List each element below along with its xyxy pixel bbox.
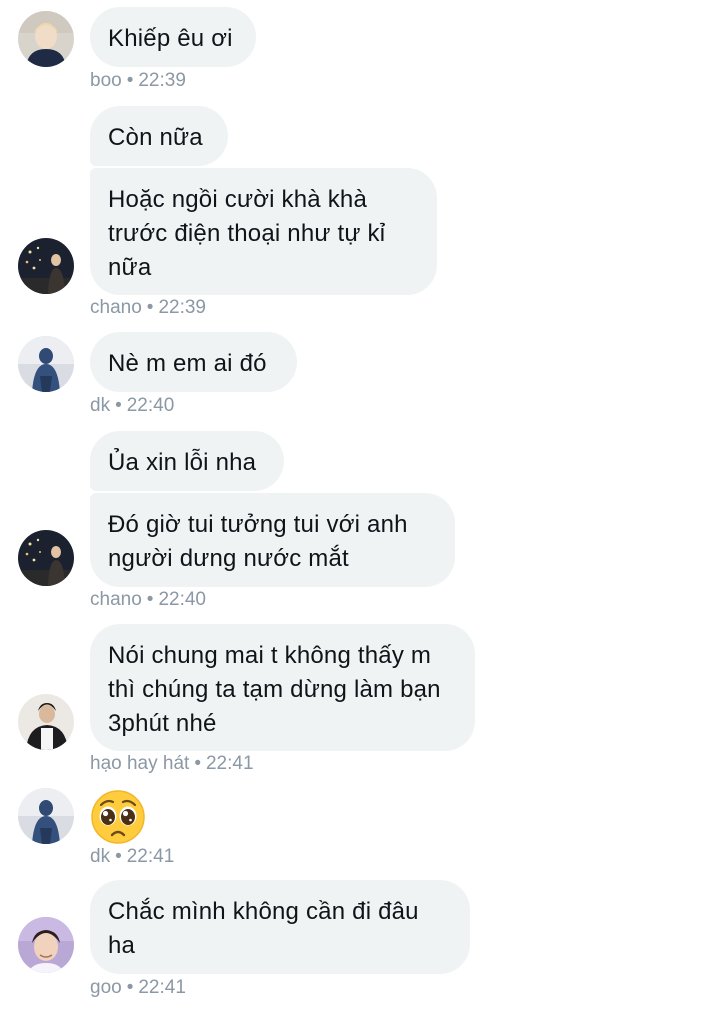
message-text: Đó giờ tui tưởng tui với anh người dưng … <box>108 511 408 572</box>
message-time: 22:41 <box>126 846 175 867</box>
avatar-hao-hay-hat[interactable] <box>18 694 74 750</box>
message-meta: chano • 22:40 <box>90 589 206 611</box>
sender-name[interactable]: chano <box>90 589 142 610</box>
message-time: 22:40 <box>126 395 175 416</box>
message-bubble[interactable]: Hoặc ngồi cười khà khà trước điện thoại … <box>90 168 437 295</box>
meta-separator: • <box>146 589 154 610</box>
sender-name[interactable]: chano <box>90 297 142 318</box>
message-text: Nói chung mai t không thấy m thì chúng t… <box>108 642 441 737</box>
message-meta: dk • 22:40 <box>90 395 174 417</box>
message-text: Còn nữa <box>108 124 203 151</box>
message-bubble[interactable]: Nói chung mai t không thấy m thì chúng t… <box>90 624 475 751</box>
avatar-boo[interactable] <box>18 11 74 67</box>
message-time: 22:39 <box>138 70 186 91</box>
meta-separator: • <box>115 846 122 867</box>
avatar-dk[interactable] <box>18 336 74 392</box>
message-bubble[interactable]: Ủa xin lỗi nha <box>90 431 284 491</box>
message-text: Nè m em ai đó <box>108 350 267 377</box>
sender-name[interactable]: hạo hay hát <box>90 753 189 774</box>
message-meta: hạo hay hát • 22:41 <box>90 753 254 775</box>
message-meta: boo • 22:39 <box>90 70 186 92</box>
message-time: 22:41 <box>138 977 186 998</box>
sender-name[interactable]: boo <box>90 70 122 91</box>
message-text: Khiếp êu ơi <box>108 25 233 52</box>
pleading-face-emoji-icon[interactable] <box>90 789 146 845</box>
message-bubble[interactable]: Nè m em ai đó <box>90 332 297 392</box>
avatar-dk[interactable] <box>18 788 74 844</box>
message-meta: goo • 22:41 <box>90 977 186 999</box>
meta-separator: • <box>194 753 201 774</box>
message-time: 22:40 <box>158 589 206 610</box>
avatar-chano[interactable] <box>18 238 74 294</box>
message-bubble[interactable]: Còn nữa <box>90 106 228 166</box>
meta-separator: • <box>126 977 134 998</box>
meta-separator: • <box>126 70 134 91</box>
message-meta: chano • 22:39 <box>90 297 206 319</box>
message-bubble[interactable]: Chắc mình không cần đi đâu ha <box>90 880 470 974</box>
message-text: Hoặc ngồi cười khà khà trước điện thoại … <box>108 186 386 281</box>
meta-separator: • <box>115 395 122 416</box>
message-bubble[interactable]: Khiếp êu ơi <box>90 7 256 67</box>
meta-separator: • <box>146 297 154 318</box>
message-bubble[interactable]: Đó giờ tui tưởng tui với anh người dưng … <box>90 493 455 587</box>
sender-name[interactable]: dk <box>90 846 110 867</box>
avatar-chano[interactable] <box>18 530 74 586</box>
avatar-goo[interactable] <box>18 917 74 973</box>
message-meta: dk • 22:41 <box>90 846 174 868</box>
sender-name[interactable]: dk <box>90 395 110 416</box>
message-text: Chắc mình không cần đi đâu ha <box>108 898 419 959</box>
sender-name[interactable]: goo <box>90 977 122 998</box>
conversation-thread: Khiếp êu ơi boo • 22:39 Còn nữa Hoặc ngồi … <box>0 0 720 1009</box>
message-text: Ủa xin lỗi nha <box>108 449 257 476</box>
message-time: 22:41 <box>205 753 254 774</box>
message-time: 22:39 <box>158 297 206 318</box>
